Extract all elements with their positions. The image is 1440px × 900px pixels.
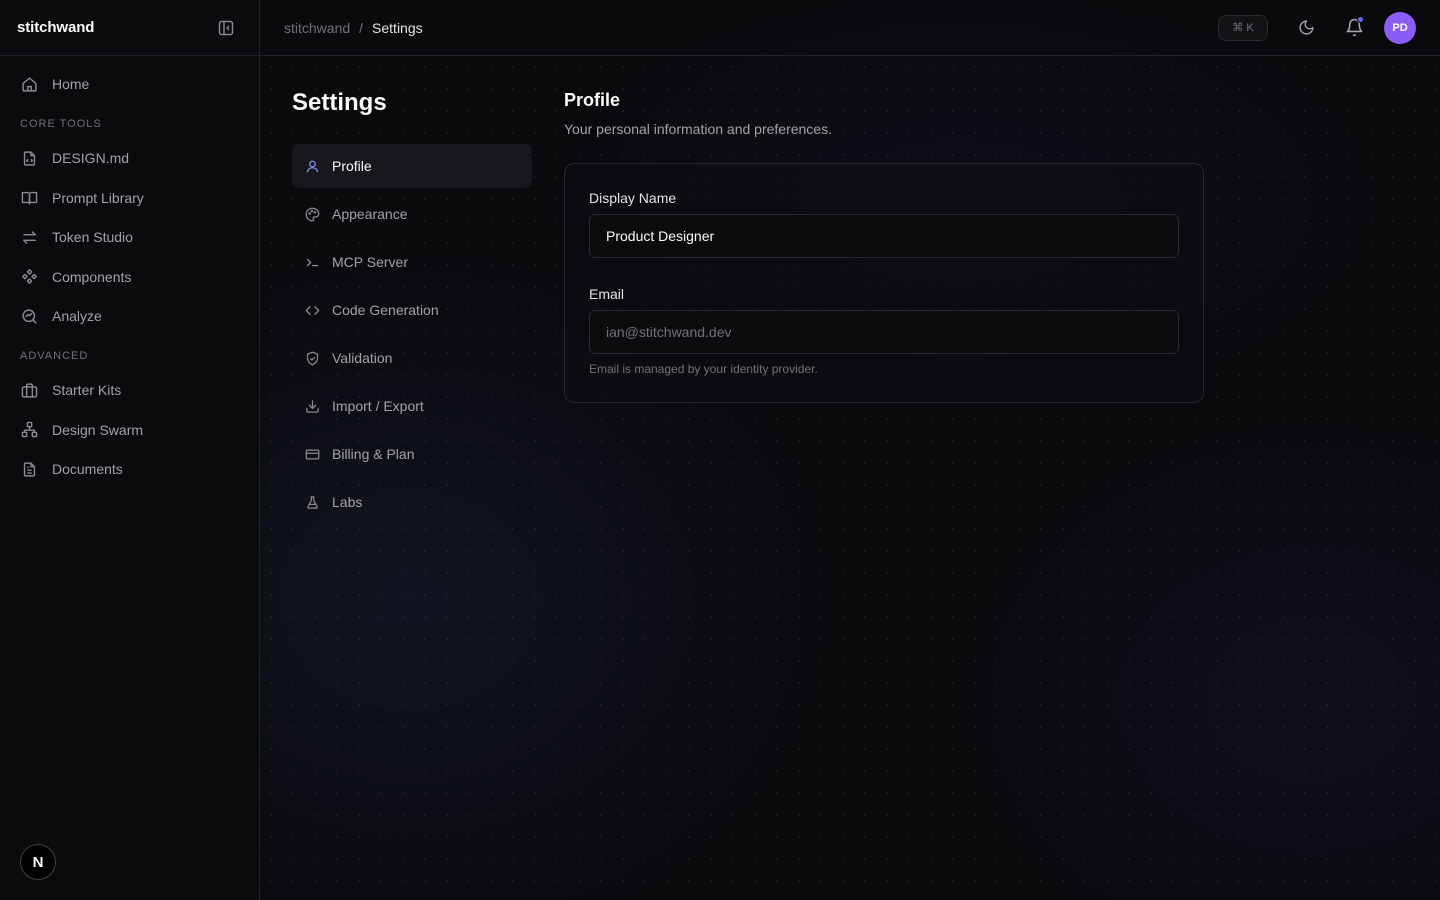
topbar: stitchwand / Settings ⌘ K PD [260, 0, 1440, 56]
page-title: Settings [292, 89, 387, 116]
settings-tab-mcp-server[interactable]: MCP Server [292, 240, 532, 284]
settings-tab-label: Import / Export [332, 398, 424, 414]
sidebar-item-analyze[interactable]: Analyze [12, 298, 247, 334]
nav-section-core-tools: CORE TOOLS [20, 118, 102, 130]
palette-icon [304, 206, 320, 222]
settings-tab-billing[interactable]: Billing & Plan [292, 432, 532, 476]
settings-tab-label: Billing & Plan [332, 446, 415, 462]
home-icon [20, 75, 38, 93]
user-icon [304, 158, 320, 174]
main-content: stitchwand / Settings ⌘ K PD Settings Pr… [260, 0, 1440, 900]
topbar-actions: ⌘ K PD [1218, 11, 1416, 44]
search-chart-icon [20, 307, 38, 325]
theme-toggle-button[interactable] [1290, 12, 1322, 44]
sidebar-item-label: Design Swarm [52, 421, 144, 438]
sidebar-item-home[interactable]: Home [12, 66, 247, 102]
sidebar-nav: Home CORE TOOLS DESIGN.md Prompt Library… [0, 56, 259, 501]
sidebar-item-design-md[interactable]: DESIGN.md [12, 140, 247, 176]
sidebar-item-label: Components [52, 268, 132, 285]
sidebar-item-label: Prompt Library [52, 189, 144, 206]
shield-check-icon [304, 350, 320, 366]
breadcrumb-root[interactable]: stitchwand [284, 20, 350, 36]
settings-tab-label: Labs [332, 494, 363, 510]
settings-tab-label: Appearance [332, 206, 408, 222]
component-icon [20, 268, 38, 286]
flask-icon [304, 494, 320, 510]
settings-tab-code-generation[interactable]: Code Generation [292, 288, 532, 332]
email-label: Email [589, 286, 625, 302]
sidebar-item-label: Token Studio [52, 229, 133, 245]
sidebar: stitchwand Home CORE TOOLS DESIGN.md Pro… [0, 0, 260, 900]
notifications-button[interactable] [1338, 12, 1370, 44]
settings-tab-appearance[interactable]: Appearance [292, 192, 532, 236]
settings-tab-label: MCP Server [332, 254, 408, 270]
email-field[interactable] [589, 310, 1179, 354]
profile-card: Display Name Email Email is managed by y… [564, 163, 1204, 403]
sidebar-item-label: Starter Kits [52, 382, 122, 398]
profile-section: Profile Your personal information and pr… [564, 90, 1204, 403]
network-icon [20, 421, 38, 439]
breadcrumb-current: Settings [372, 19, 423, 36]
document-icon [20, 460, 38, 478]
terminal-icon [304, 254, 320, 270]
settings-tab-label: Profile [332, 158, 372, 174]
sidebar-item-label: DESIGN.md [52, 150, 130, 166]
field-spacer [589, 258, 1179, 286]
moon-icon [1298, 19, 1315, 36]
book-icon [20, 189, 38, 207]
sidebar-collapse-icon[interactable] [217, 19, 235, 37]
sidebar-item-starter-kits[interactable]: Starter Kits [12, 372, 247, 408]
sidebar-item-design-swarm[interactable]: Design Swarm [12, 412, 247, 448]
sidebar-item-documents[interactable]: Documents [12, 451, 247, 487]
command-palette-button[interactable]: ⌘ K [1218, 14, 1268, 41]
brand-logo[interactable]: stitchwand [17, 19, 94, 36]
settings-tab-label: Validation [332, 350, 393, 366]
workspace-badge[interactable]: N [20, 844, 56, 880]
sidebar-item-label: Documents [52, 461, 123, 477]
settings-tab-validation[interactable]: Validation [292, 336, 532, 380]
download-icon [304, 398, 320, 414]
display-name-label: Display Name [589, 190, 677, 206]
settings-tab-profile[interactable]: Profile [292, 144, 532, 188]
section-title: Profile [564, 90, 621, 110]
file-code-icon [20, 149, 38, 167]
sidebar-item-token-studio[interactable]: Token Studio [12, 219, 247, 255]
credit-card-icon [304, 446, 320, 462]
nav-section-advanced: ADVANCED [20, 350, 89, 362]
arrows-exchange-icon [20, 228, 38, 246]
sidebar-item-label: Analyze [52, 308, 102, 324]
breadcrumb-separator: / [359, 19, 364, 36]
settings-nav: Profile Appearance MCP Server Code Gener… [292, 144, 532, 528]
sidebar-item-prompt-library[interactable]: Prompt Library [12, 180, 247, 216]
display-name-field[interactable] [589, 214, 1179, 258]
sidebar-header: stitchwand [0, 0, 259, 56]
building-icon [20, 381, 38, 399]
sidebar-item-label: Home [52, 76, 90, 92]
settings-tab-import-export[interactable]: Import / Export [292, 384, 532, 428]
breadcrumb: stitchwand / Settings [284, 20, 423, 36]
avatar[interactable]: PD [1384, 11, 1416, 44]
section-description: Your personal information and preference… [564, 121, 832, 137]
email-hint: Email is managed by your identity provid… [589, 362, 818, 376]
settings-tab-labs[interactable]: Labs [292, 480, 532, 524]
code-icon [304, 302, 320, 318]
settings-tab-label: Code Generation [332, 302, 439, 318]
sidebar-item-components[interactable]: Components [12, 259, 247, 295]
notification-dot [1357, 15, 1364, 23]
